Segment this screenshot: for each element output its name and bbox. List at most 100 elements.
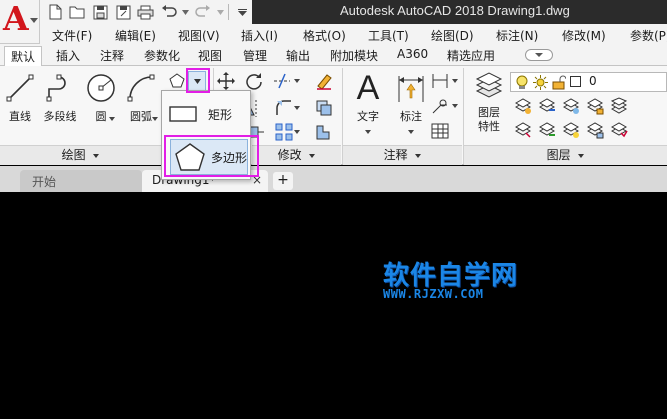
open-folder-icon[interactable]: [69, 4, 88, 21]
tab-a360[interactable]: A360: [397, 47, 428, 61]
arc-tool-button[interactable]: 圆弧: [124, 72, 158, 124]
trim-icon[interactable]: [272, 71, 292, 91]
draw-panel-title[interactable]: 绘图: [0, 145, 161, 165]
quick-access-toolbar: [40, 0, 252, 24]
polyline-label: 多段线: [43, 110, 77, 123]
layer-match-icon[interactable]: [609, 96, 629, 116]
print-icon[interactable]: [137, 4, 156, 21]
layer-isolate-icon[interactable]: [537, 96, 557, 116]
table-icon[interactable]: [430, 121, 450, 141]
layer-color-swatch: [570, 76, 581, 87]
dimension-tool-button[interactable]: 标注: [393, 72, 429, 134]
application-menu-button[interactable]: A: [0, 0, 40, 44]
layer-previous-icon[interactable]: [537, 120, 557, 140]
chevron-down-icon: [93, 153, 100, 158]
chevron-down-icon: [109, 117, 115, 121]
tab-featured-apps[interactable]: 精选应用: [447, 47, 495, 64]
tab-annotate[interactable]: 注释: [100, 47, 124, 64]
polyline-icon: [44, 72, 76, 104]
new-drawing-tab-button[interactable]: +: [273, 172, 293, 190]
autocad-logo: A: [3, 0, 29, 38]
polyline-tool-button[interactable]: 多段线: [41, 72, 79, 124]
ribbon-minimize-button[interactable]: [525, 49, 553, 61]
menu-insert[interactable]: 插入(I): [241, 27, 278, 44]
menu-dimension[interactable]: 标注(N): [496, 27, 538, 44]
layers-panel-title[interactable]: 图层: [464, 145, 667, 165]
tab-parametric[interactable]: 参数化: [144, 47, 180, 64]
layer-freeze-icon[interactable]: [561, 96, 581, 116]
annotation-panel-title[interactable]: 注释: [343, 145, 462, 165]
layer-unlock-icon[interactable]: [585, 120, 605, 140]
layer-off-icon[interactable]: [513, 96, 533, 116]
arc-label: 圆弧: [130, 110, 152, 123]
lightbulb-icon: [516, 75, 528, 89]
layer-thaw-icon[interactable]: [561, 120, 581, 140]
polygon-split-button[interactable]: [167, 71, 187, 91]
linear-dimension-icon[interactable]: [430, 71, 450, 91]
tab-insert[interactable]: 插入: [56, 47, 80, 64]
menu-file[interactable]: 文件(F): [52, 27, 92, 44]
menu-edit[interactable]: 编辑(E): [115, 27, 156, 44]
chevron-down-icon: [30, 18, 38, 23]
chevron-down-icon: [365, 130, 371, 134]
layer-properties-label-1: 图层: [478, 106, 500, 119]
chevron-down-icon: [408, 130, 414, 134]
rectangle-menu-item[interactable]: 矩形: [168, 98, 252, 130]
leader-icon[interactable]: [430, 96, 450, 116]
arc-icon: [125, 72, 157, 104]
chevron-down-icon: [452, 104, 458, 108]
layer-properties-label-2: 特性: [478, 120, 500, 133]
rotate-icon[interactable]: [244, 71, 264, 91]
modify-panel-title[interactable]: 修改: [252, 145, 341, 165]
menu-bar: 文件(F) 编辑(E) 视图(V) 插入(I) 格式(O) 工具(T) 绘图(D…: [40, 24, 667, 46]
customize-toolbar-icon[interactable]: [233, 4, 252, 21]
layer-stack-icon: [473, 70, 505, 102]
menu-parametric[interactable]: 参数(P): [630, 27, 667, 44]
layer-properties-button[interactable]: 图层 特性: [470, 70, 508, 134]
array-icon[interactable]: [274, 122, 294, 142]
line-icon: [4, 72, 36, 104]
layer-merge-icon[interactable]: [609, 120, 629, 140]
circle-icon: [85, 72, 117, 104]
chevron-down-icon: [152, 117, 158, 121]
menu-modify[interactable]: 修改(M): [562, 27, 606, 44]
layer-lock-icon[interactable]: [585, 96, 605, 116]
chevron-down-icon: [294, 106, 300, 110]
tab-output[interactable]: 输出: [286, 47, 310, 64]
layer-dropdown[interactable]: 0: [510, 72, 667, 92]
line-tool-button[interactable]: 直线: [4, 72, 36, 124]
text-a-icon: A: [356, 69, 380, 107]
menu-tools[interactable]: 工具(T): [368, 27, 409, 44]
toolbar-separator: [228, 4, 230, 20]
scale-icon[interactable]: [314, 122, 334, 142]
tab-home[interactable]: 默认: [4, 46, 43, 66]
menu-view[interactable]: 视图(V): [178, 27, 220, 44]
menu-draw[interactable]: 绘图(D): [431, 27, 474, 44]
copy-icon[interactable]: [314, 98, 334, 118]
layer-walk-icon[interactable]: [513, 120, 533, 140]
undo-dropdown-icon[interactable]: [182, 4, 190, 21]
start-tab[interactable]: 开始: [20, 170, 142, 192]
dropdown-highlight: [186, 68, 210, 93]
title-bar: Autodesk AutoCAD 2018 Drawing1.dwg: [0, 0, 667, 24]
text-tool-button[interactable]: A 文字: [350, 69, 386, 134]
fillet-icon[interactable]: [274, 98, 294, 118]
circle-tool-button[interactable]: 圆: [84, 72, 118, 124]
new-file-icon[interactable]: [46, 4, 65, 21]
modify-panel-label: 修改: [277, 148, 302, 162]
undo-icon[interactable]: [159, 4, 178, 21]
drawing-canvas[interactable]: 软件自学网 WWW.RJZXW.COM: [0, 192, 667, 419]
tab-view[interactable]: 视图: [198, 47, 222, 64]
save-as-icon[interactable]: [114, 4, 133, 21]
move-icon[interactable]: [216, 71, 236, 91]
menu-format[interactable]: 格式(O): [303, 27, 346, 44]
sun-icon: [533, 75, 548, 90]
redo-icon[interactable]: [194, 4, 213, 21]
erase-icon[interactable]: [314, 71, 334, 91]
tab-manage[interactable]: 管理: [243, 47, 267, 64]
draw-panel-label: 绘图: [61, 148, 86, 162]
tab-addins[interactable]: 附加模块: [330, 47, 378, 64]
save-icon[interactable]: [91, 4, 110, 21]
window-title: Autodesk AutoCAD 2018 Drawing1.dwg: [340, 3, 570, 18]
redo-dropdown-icon[interactable]: [216, 4, 224, 21]
